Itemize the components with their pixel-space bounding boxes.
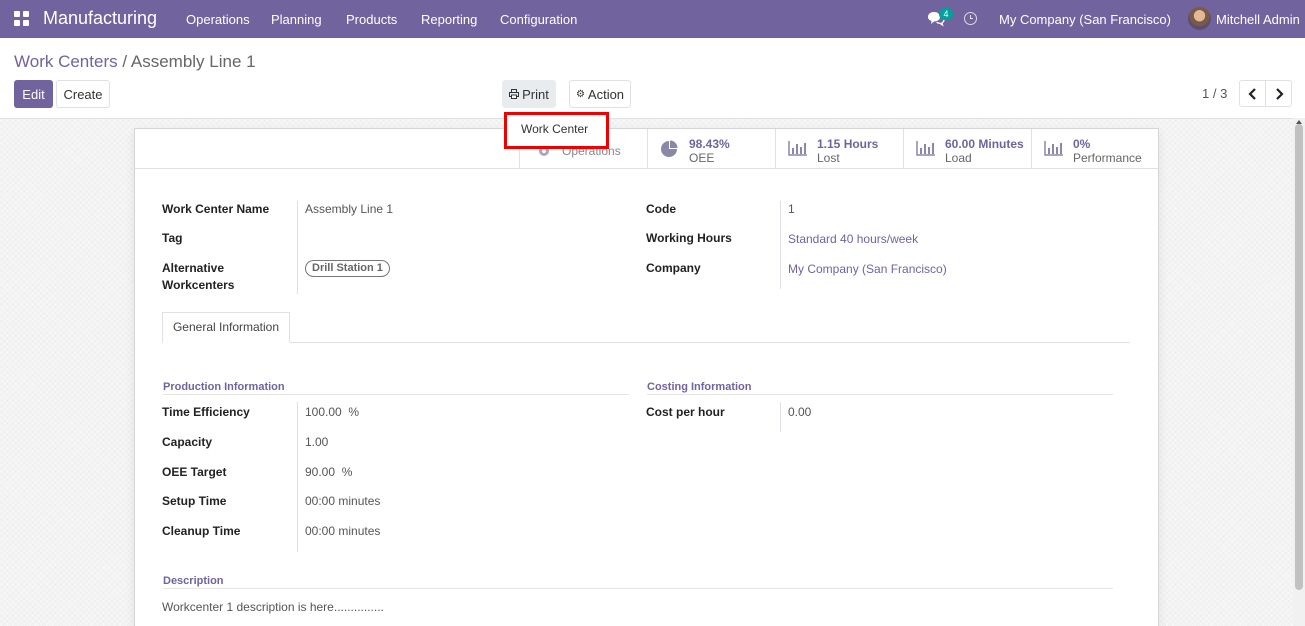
chevron-right-icon bbox=[1275, 87, 1284, 100]
code-label: Code bbox=[646, 202, 676, 216]
clock-icon[interactable] bbox=[964, 12, 977, 25]
menu-operations[interactable]: Operations bbox=[186, 12, 250, 27]
setup-time-value: 00:00 minutes bbox=[305, 494, 381, 508]
breadcrumb-current: Assembly Line 1 bbox=[130, 52, 256, 71]
alternative-workcenter-tag[interactable]: Drill Station 1 bbox=[305, 260, 390, 277]
oee-smart-button[interactable]: 98.43% OEE bbox=[647, 129, 775, 168]
tab-bar bbox=[162, 342, 1130, 343]
alternative-workcenters-label-line1: Alternative bbox=[162, 261, 225, 275]
section-separator bbox=[163, 588, 1113, 589]
print-dropdown-menu: Work Center bbox=[504, 112, 609, 149]
costing-information-title: Costing Information bbox=[647, 381, 752, 393]
field-divider bbox=[780, 201, 781, 289]
form-sheet: Operations 98.43% OEE 1.15 Hours Lost 60… bbox=[134, 128, 1159, 626]
bar-chart-icon bbox=[916, 141, 935, 156]
work-center-name-label: Work Center Name bbox=[162, 202, 270, 216]
chevron-left-icon bbox=[1247, 87, 1256, 100]
print-button[interactable]: Print bbox=[502, 80, 556, 108]
app-name[interactable]: Manufacturing bbox=[43, 8, 157, 29]
tag-label: Tag bbox=[162, 231, 183, 245]
company-link[interactable]: My Company (San Francisco) bbox=[788, 262, 947, 276]
production-information-title: Production Information bbox=[163, 381, 285, 393]
user-menu[interactable]: Mitchell Admin bbox=[1216, 12, 1300, 27]
alternative-workcenters-label-line2: Workcenters bbox=[162, 278, 235, 292]
time-efficiency-number: 100.00 bbox=[305, 405, 342, 419]
load-value: 60.00 Minutes bbox=[945, 137, 1024, 151]
grid-icon[interactable] bbox=[14, 11, 30, 27]
setup-time-label: Setup Time bbox=[162, 494, 227, 508]
lost-value: 1.15 Hours bbox=[817, 137, 879, 151]
breadcrumb: Work Centers / Assembly Line 1 bbox=[14, 52, 256, 72]
print-button-label: Print bbox=[522, 86, 549, 102]
load-smart-button[interactable]: 60.00 Minutes Load bbox=[903, 129, 1031, 168]
pie-chart-icon bbox=[661, 140, 678, 157]
breadcrumb-separator: / bbox=[122, 52, 128, 71]
performance-label: Performance bbox=[1073, 151, 1142, 165]
action-button[interactable]: ⚙ Action bbox=[569, 80, 631, 108]
gear-icon: ⚙ bbox=[575, 88, 585, 100]
alternative-workcenters-label: Alternative Workcenters bbox=[162, 260, 234, 294]
working-hours-link[interactable]: Standard 40 hours/week bbox=[788, 232, 918, 246]
menu-reporting[interactable]: Reporting bbox=[421, 12, 477, 27]
print-menu-item-work-center[interactable]: Work Center bbox=[521, 122, 588, 136]
edit-button[interactable]: Edit bbox=[14, 80, 53, 108]
oee-target-label: OEE Target bbox=[162, 465, 227, 479]
performance-value: 0% bbox=[1073, 137, 1091, 151]
create-button[interactable]: Create bbox=[56, 80, 110, 108]
working-hours-label: Working Hours bbox=[646, 231, 732, 245]
field-divider bbox=[297, 402, 298, 552]
time-efficiency-value: 100.00 % bbox=[305, 405, 359, 419]
menu-configuration[interactable]: Configuration bbox=[500, 12, 577, 27]
oee-target-value: 90.00 % bbox=[305, 465, 352, 479]
field-divider bbox=[780, 402, 781, 432]
pager-previous-button[interactable] bbox=[1239, 80, 1266, 107]
performance-smart-button[interactable]: 0% Performance bbox=[1031, 129, 1158, 168]
capacity-label: Capacity bbox=[162, 435, 213, 449]
top-navbar: Manufacturing Operations Planning Produc… bbox=[0, 0, 1305, 38]
cleanup-time-label: Cleanup Time bbox=[162, 524, 241, 538]
capacity-value: 1.00 bbox=[305, 435, 329, 449]
code-value: 1 bbox=[788, 202, 795, 216]
avatar[interactable] bbox=[1188, 7, 1211, 30]
oee-label: OEE bbox=[689, 151, 715, 165]
work-center-name-value: Assembly Line 1 bbox=[305, 202, 394, 216]
description-text: Workcenter 1 description is here........… bbox=[162, 600, 384, 614]
oee-target-number: 90.00 bbox=[305, 465, 336, 479]
section-separator bbox=[163, 394, 629, 395]
lost-label: Lost bbox=[817, 151, 840, 165]
menu-products[interactable]: Products bbox=[346, 12, 397, 27]
field-divider bbox=[297, 201, 298, 294]
pager-next-button[interactable] bbox=[1265, 80, 1292, 107]
lost-smart-button[interactable]: 1.15 Hours Lost bbox=[775, 129, 903, 168]
time-efficiency-unit: % bbox=[348, 405, 360, 419]
company-switcher[interactable]: My Company (San Francisco) bbox=[999, 12, 1171, 27]
breadcrumb-parent[interactable]: Work Centers bbox=[14, 52, 118, 71]
smart-button-box: Operations 98.43% OEE 1.15 Hours Lost 60… bbox=[135, 129, 1158, 169]
chat-count-badge: 4 bbox=[939, 8, 953, 20]
load-label: Load bbox=[945, 151, 972, 165]
print-icon bbox=[509, 89, 520, 99]
oee-target-unit: % bbox=[341, 465, 353, 479]
menu-planning[interactable]: Planning bbox=[271, 12, 322, 27]
cost-per-hour-value: 0.00 bbox=[788, 405, 812, 419]
cleanup-time-value: 00:00 minutes bbox=[305, 524, 381, 538]
pager-value[interactable]: 1 / 3 bbox=[1202, 86, 1227, 101]
scrollbar-thumb[interactable] bbox=[1295, 124, 1303, 590]
description-title: Description bbox=[163, 575, 224, 587]
cost-per-hour-label: Cost per hour bbox=[646, 405, 725, 419]
tab-general-information[interactable]: General Information bbox=[162, 312, 290, 343]
company-label: Company bbox=[646, 261, 701, 275]
bar-chart-icon bbox=[788, 141, 807, 156]
oee-value: 98.43% bbox=[689, 137, 730, 151]
section-separator bbox=[647, 394, 1113, 395]
bar-chart-icon bbox=[1044, 141, 1063, 156]
action-button-label: Action bbox=[587, 86, 625, 102]
time-efficiency-label: Time Efficiency bbox=[162, 405, 250, 419]
